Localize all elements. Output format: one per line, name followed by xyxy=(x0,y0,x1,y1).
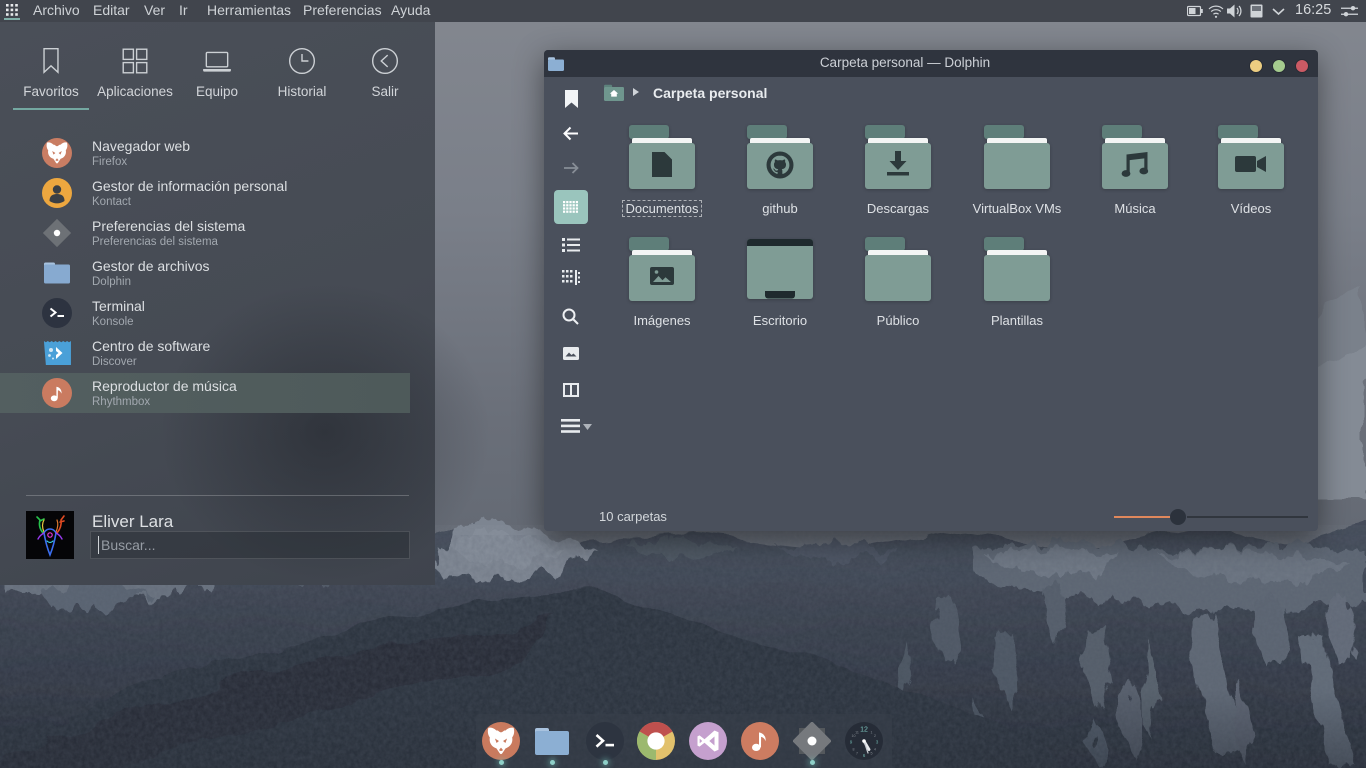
svg-text:1: 1 xyxy=(871,731,873,735)
svg-text:5: 5 xyxy=(871,752,873,756)
svg-text:6: 6 xyxy=(863,753,866,758)
svg-text:11: 11 xyxy=(855,731,859,735)
svg-text:2: 2 xyxy=(874,734,876,738)
svg-text:10: 10 xyxy=(852,734,856,738)
svg-text:9: 9 xyxy=(850,740,853,745)
svg-text:3: 3 xyxy=(876,740,879,745)
svg-text:12: 12 xyxy=(860,727,868,734)
svg-text:8: 8 xyxy=(853,748,855,752)
svg-text:7: 7 xyxy=(856,752,858,756)
svg-text:4: 4 xyxy=(874,748,876,752)
